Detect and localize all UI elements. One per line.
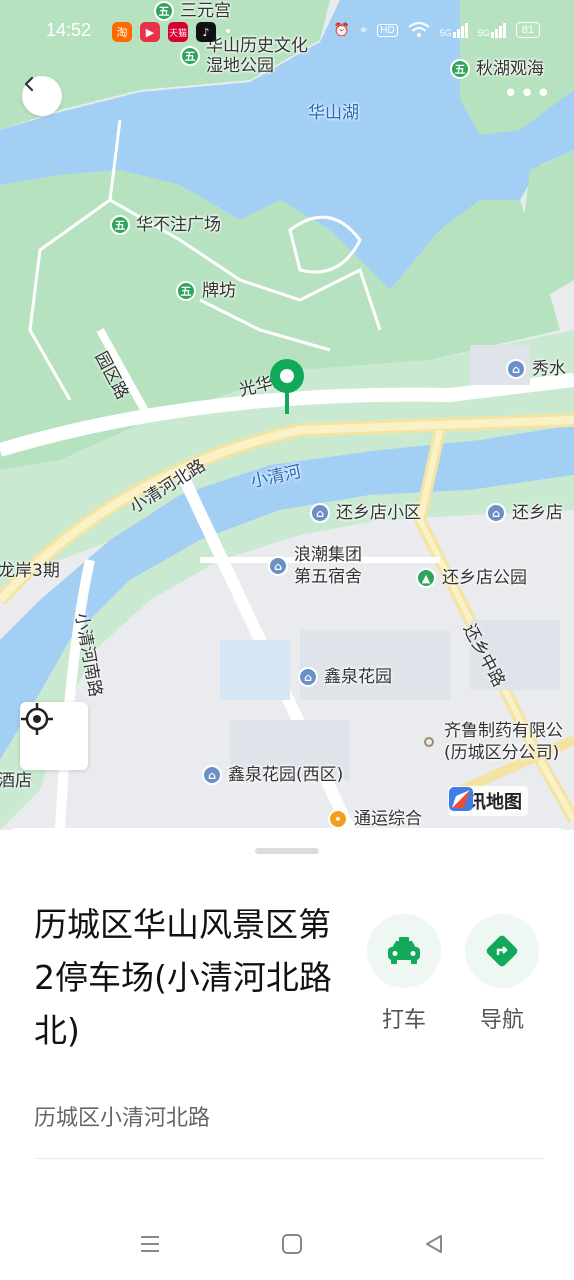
- poi-xinquan-garden-west[interactable]: ⌂ 鑫泉花园(西区): [202, 764, 343, 786]
- place-address: 历城区小清河北路: [34, 1106, 211, 1131]
- navigate-label: 导航: [479, 1008, 524, 1033]
- poi-xinquan-garden[interactable]: ⌂ 鑫泉花园: [298, 666, 392, 688]
- status-time: 14:52: [46, 20, 92, 40]
- tree-icon: ▲: [416, 568, 436, 588]
- home-poi-icon: ⌂: [268, 556, 288, 576]
- status-bar: 14:52 淘 ▶ 天猫 ♪ • ⏰ ⌖ HD 5G 5G 81: [0, 0, 574, 64]
- navigate-button[interactable]: 导航: [464, 914, 540, 1034]
- wifi-icon: [408, 22, 430, 37]
- scenic-icon: 五: [176, 281, 196, 301]
- taxi-label: 打车: [381, 1008, 426, 1033]
- back-button[interactable]: [22, 76, 62, 116]
- map-label-left-a: 龙岸3期: [0, 561, 60, 581]
- more-options-button[interactable]: •••: [503, 81, 552, 107]
- more-dots-icon: •••: [502, 79, 552, 109]
- system-nav-bar: [0, 1200, 574, 1280]
- tencent-map-logo-icon: [449, 787, 473, 811]
- tmall-icon: 天猫: [168, 22, 188, 42]
- video-icon: ▶: [140, 22, 160, 42]
- signal-5g-icon: 5G: [478, 22, 506, 38]
- poi-huanxiangdian-park[interactable]: ▲ 还乡店公园: [416, 567, 527, 589]
- company-icon: [424, 737, 434, 747]
- tiktok-icon: ♪: [196, 22, 216, 42]
- poi-langchao-dorm[interactable]: ⌂ 浪潮集团 第五宿舍: [268, 544, 362, 588]
- tencent-map-logo: 腾讯地图: [448, 786, 528, 816]
- nav-back-button[interactable]: [414, 1224, 454, 1264]
- lake-label: 华山湖: [308, 103, 359, 123]
- selected-location-pin-icon: [270, 359, 304, 414]
- poi-qilu-pharma[interactable]: 齐鲁制药有限公 (历城区分公司): [424, 720, 563, 764]
- taobao-icon: 淘: [112, 22, 132, 42]
- crosshair-icon: [21, 703, 53, 735]
- divider: [34, 1158, 544, 1159]
- poi-huanxiangdian[interactable]: ⌂ 还乡店: [486, 502, 563, 524]
- home-poi-icon: ⌂: [202, 765, 222, 785]
- poi-tongyun[interactable]: • 通运综合: [328, 808, 422, 830]
- alarm-icon: ⏰: [333, 22, 350, 37]
- home-icon: [282, 1234, 302, 1254]
- battery-indicator: 81: [515, 22, 540, 38]
- taxi-button[interactable]: 打车: [366, 914, 442, 1034]
- hd-icon: HD: [377, 23, 398, 37]
- signal-5g-icon: 5G: [440, 22, 468, 38]
- notification-dot-icon: •: [224, 24, 233, 40]
- back-icon: [426, 1235, 442, 1253]
- status-app-icons: 淘 ▶ 天猫 ♪ •: [112, 22, 232, 42]
- map-view[interactable]: 华山湖 小清河 光华路 小清河北路 园区路 小清河南路 还乡中路 龙岸3期 酒店…: [0, 0, 574, 830]
- scenic-icon: 五: [110, 215, 130, 235]
- place-detail-sheet[interactable]: 历城区华山风景区第2停车场(小清河北路北) 打车 导航 历城区小清河北路: [0, 828, 574, 1280]
- home-poi-icon: ⌂: [506, 359, 526, 379]
- taxi-icon: [388, 937, 420, 964]
- my-location-button[interactable]: [20, 702, 88, 770]
- poi-paifang[interactable]: 五 牌坊: [176, 280, 236, 302]
- poi-huanxiangdian-community[interactable]: ⌂ 还乡店小区: [310, 502, 421, 524]
- other-poi-icon: •: [328, 809, 348, 829]
- poi-huabuzhu-square[interactable]: 五 华不注广场: [110, 214, 221, 236]
- sheet-drag-handle[interactable]: [255, 848, 319, 854]
- menu-icon: [141, 1236, 159, 1252]
- place-title: 历城区华山风景区第2停车场(小清河北路北): [34, 905, 332, 1050]
- location-icon: ⌖: [359, 22, 368, 37]
- home-poi-icon: ⌂: [298, 667, 318, 687]
- home-button[interactable]: [272, 1224, 312, 1264]
- navigate-icon: [486, 935, 518, 967]
- menu-button[interactable]: [130, 1224, 170, 1264]
- chevron-left-icon: [24, 76, 34, 92]
- poi-xiushui[interactable]: ⌂ 秀水: [506, 358, 566, 380]
- home-poi-icon: ⌂: [310, 503, 330, 523]
- home-poi-icon: ⌂: [486, 503, 506, 523]
- status-indicators: ⏰ ⌖ HD 5G 5G 81: [334, 22, 540, 38]
